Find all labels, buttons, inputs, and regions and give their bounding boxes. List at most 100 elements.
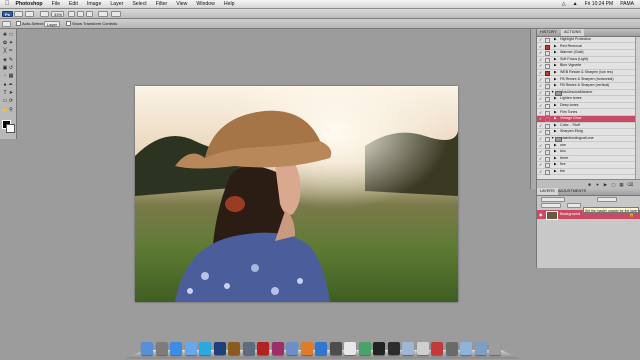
dialog-toggle-icon[interactable] (545, 44, 550, 50)
zoom-level[interactable]: 33% (51, 10, 64, 17)
dialog-toggle-icon[interactable] (545, 163, 550, 169)
dock-maps-icon[interactable] (358, 342, 371, 355)
menu-image[interactable]: Image (87, 1, 101, 7)
dock-trash-icon[interactable] (489, 342, 501, 355)
toggle-check-icon[interactable]: ✓ (539, 123, 542, 128)
collapse-icon[interactable]: ▶ (554, 110, 557, 115)
zoom-tool-icon[interactable]: ⚲ (8, 107, 14, 113)
dock-firefox-icon[interactable] (300, 342, 313, 355)
blend-mode-dropdown[interactable] (541, 197, 565, 202)
pen-tool-icon[interactable]: ✒ (8, 82, 14, 88)
toggle-check-icon[interactable]: ✓ (539, 156, 542, 161)
dock-scripts-icon[interactable] (416, 342, 429, 355)
toggle-check-icon[interactable]: ✓ (539, 136, 542, 141)
dock-acrobat-icon[interactable] (257, 342, 269, 355)
menu-app-name[interactable]: Photoshop (16, 1, 43, 7)
action-row[interactable]: ✓ ▶ Sharpen Efctg (537, 129, 635, 136)
dock-stack-icon[interactable] (474, 342, 487, 355)
toggle-check-icon[interactable]: ✓ (539, 63, 542, 68)
dock-photo-booth-icon[interactable] (431, 342, 443, 355)
dock-finder-icon[interactable] (141, 342, 153, 355)
dialog-toggle-icon[interactable] (545, 71, 550, 76)
visibility-eye-icon[interactable]: ◉ (539, 212, 543, 217)
collapse-icon[interactable]: ▶ (554, 116, 557, 121)
collapse-icon[interactable]: ▶ (554, 169, 557, 174)
collapse-icon[interactable]: ▶ (554, 103, 557, 108)
zoom-tool-icon[interactable] (77, 10, 84, 17)
screen-mode-icon[interactable] (111, 10, 121, 17)
action-row[interactable]: ✓ ▶ the (537, 169, 635, 176)
collapse-icon[interactable]: ▶ (554, 156, 557, 161)
play-icon[interactable]: ▶ (603, 182, 608, 187)
stop-icon[interactable]: ■ (587, 182, 592, 187)
dialog-toggle-icon[interactable] (545, 51, 550, 57)
toggle-check-icon[interactable]: ✓ (539, 162, 542, 167)
3d-rotate-icon[interactable]: ⟳ (8, 98, 14, 104)
action-set-row[interactable]: ✓ ▼ JustJessicaMarcine (537, 90, 635, 97)
clock[interactable]: Fri 10:24 PM (585, 1, 614, 7)
dock-safari-icon[interactable] (170, 342, 182, 355)
dialog-toggle-icon[interactable] (545, 143, 550, 149)
move-tool-preset-icon[interactable] (2, 20, 11, 27)
delete-icon[interactable]: ⌫ (627, 182, 633, 187)
menu-view[interactable]: View (176, 1, 187, 7)
action-row[interactable]: ✓ ▶ FB Resize & Sharpen (horizontal) (537, 77, 635, 83)
toggle-check-icon[interactable]: ✓ (539, 37, 542, 42)
dock-photoshop-icon[interactable] (213, 342, 226, 355)
history-brush-icon[interactable]: ↺ (8, 65, 14, 71)
action-row[interactable]: ✓ ▶ one (537, 143, 635, 149)
action-row[interactable]: ✓ ▶ Color... Stuff (537, 123, 635, 130)
dock-itunes-icon[interactable] (184, 342, 197, 355)
dialog-toggle-icon[interactable] (545, 77, 550, 83)
minibridge-icon[interactable] (25, 10, 34, 17)
dock-mail-icon[interactable] (286, 342, 298, 355)
auto-select-dropdown[interactable]: Layer (44, 20, 60, 27)
dock-preview-icon[interactable] (402, 342, 414, 355)
background-color-swatch[interactable] (6, 124, 15, 133)
arrange-documents-icon[interactable] (98, 10, 108, 17)
collapse-icon[interactable]: ▶ (554, 77, 557, 82)
marquee-tool-icon[interactable]: □ (8, 32, 14, 38)
action-row[interactable]: ✓ ▶ Warmer (Gold) (537, 50, 635, 57)
bridge-icon[interactable] (14, 10, 23, 17)
collapse-icon[interactable]: ▶ (554, 44, 557, 49)
collapse-icon[interactable]: ▶ (554, 50, 557, 55)
gradient-tool-icon[interactable]: ▦ (8, 73, 14, 79)
dialog-toggle-icon[interactable] (545, 38, 550, 43)
collapse-icon[interactable]: ▶ (554, 83, 557, 88)
auto-select-checkbox[interactable] (16, 21, 21, 26)
toggle-check-icon[interactable]: ✓ (539, 149, 542, 154)
menu-window[interactable]: Window (196, 1, 214, 7)
expand-icon[interactable]: ▼ (551, 90, 554, 95)
toggle-check-icon[interactable]: ✓ (539, 77, 542, 82)
dock-terminal-icon[interactable] (387, 342, 400, 355)
dialog-toggle-icon[interactable] (545, 64, 550, 70)
collapse-icon[interactable]: ▶ (554, 57, 557, 62)
new-action-icon[interactable]: ▦ (619, 182, 624, 187)
expand-icon[interactable]: ▼ (551, 136, 554, 141)
rotate-view-icon[interactable] (86, 10, 93, 17)
fill-field[interactable] (567, 203, 581, 208)
toggle-check-icon[interactable]: ✓ (539, 103, 542, 108)
toggle-check-icon[interactable]: ✓ (539, 110, 542, 115)
tab-actions[interactable]: ACTIONS (561, 29, 584, 36)
brush-tool-icon[interactable]: ✎ (8, 57, 14, 63)
toggle-check-icon[interactable]: ✓ (539, 50, 542, 55)
menu-filter[interactable]: Filter (156, 1, 168, 7)
tab-history[interactable]: HISTORY (537, 29, 560, 36)
toggle-check-icon[interactable]: ✓ (539, 116, 542, 121)
action-row[interactable]: ✓ ▶ Deep tones (537, 103, 635, 110)
dialog-toggle-icon[interactable] (545, 117, 550, 123)
dialog-toggle-icon[interactable] (545, 130, 550, 136)
hand-tool-icon[interactable] (68, 10, 75, 17)
new-set-icon[interactable]: ▢ (611, 182, 616, 187)
toggle-check-icon[interactable]: ✓ (539, 129, 542, 134)
apple-icon[interactable]:  (5, 1, 10, 7)
action-row[interactable]: ✓ ▶ Red Removal (537, 44, 635, 50)
dock-app-icon[interactable] (445, 342, 458, 355)
eyedropper-tool-icon[interactable]: ✏ (8, 48, 14, 54)
dock-dropbox-icon[interactable] (315, 342, 327, 355)
collapse-icon[interactable]: ▶ (554, 96, 557, 101)
collapse-icon[interactable]: ▶ (554, 123, 557, 128)
actions-list[interactable]: ✓ ▶ Highlight Protection ✓ ▶ Red Removal ✓ ▶ War… (537, 37, 640, 179)
